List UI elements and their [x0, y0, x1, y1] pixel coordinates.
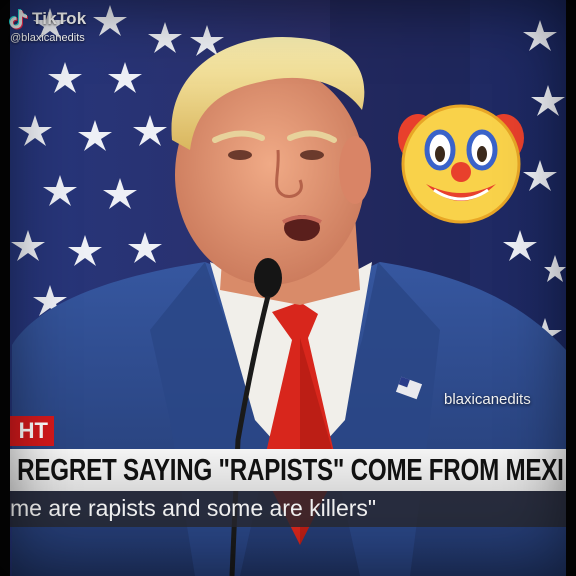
microphone-head — [254, 258, 282, 298]
black-border-right — [566, 0, 576, 576]
black-border-left — [0, 0, 10, 576]
news-ticker-text: me are rapists and some are killers" — [10, 495, 377, 521]
clown-face-emoji-icon — [398, 104, 524, 224]
tiktok-logo-icon — [9, 9, 28, 30]
news-ticker-bar: me are rapists and some are killers" — [10, 491, 566, 527]
news-live-tag-text: HT — [18, 418, 48, 443]
tiktok-brand-label: TikTok — [32, 9, 87, 28]
video-frame[interactable]: TikTok @blaxicanedits blaxicanedits HT R… — [0, 0, 576, 576]
news-headline-bar: REGRET SAYING "RAPISTS" COME FROM MEXI — [10, 449, 566, 491]
news-live-tag: HT — [10, 416, 54, 446]
watermark-label: blaxicanedits — [444, 391, 531, 408]
news-headline-text: REGRET SAYING "RAPISTS" COME FROM MEXI — [17, 452, 564, 487]
eye-left — [228, 150, 252, 160]
ear — [339, 136, 371, 204]
tiktok-badge: TikTok @blaxicanedits — [8, 8, 86, 44]
eye-right — [300, 150, 324, 160]
tiktok-logo-row: TikTok — [8, 8, 86, 30]
tiktok-handle[interactable]: @blaxicanedits — [10, 32, 86, 44]
